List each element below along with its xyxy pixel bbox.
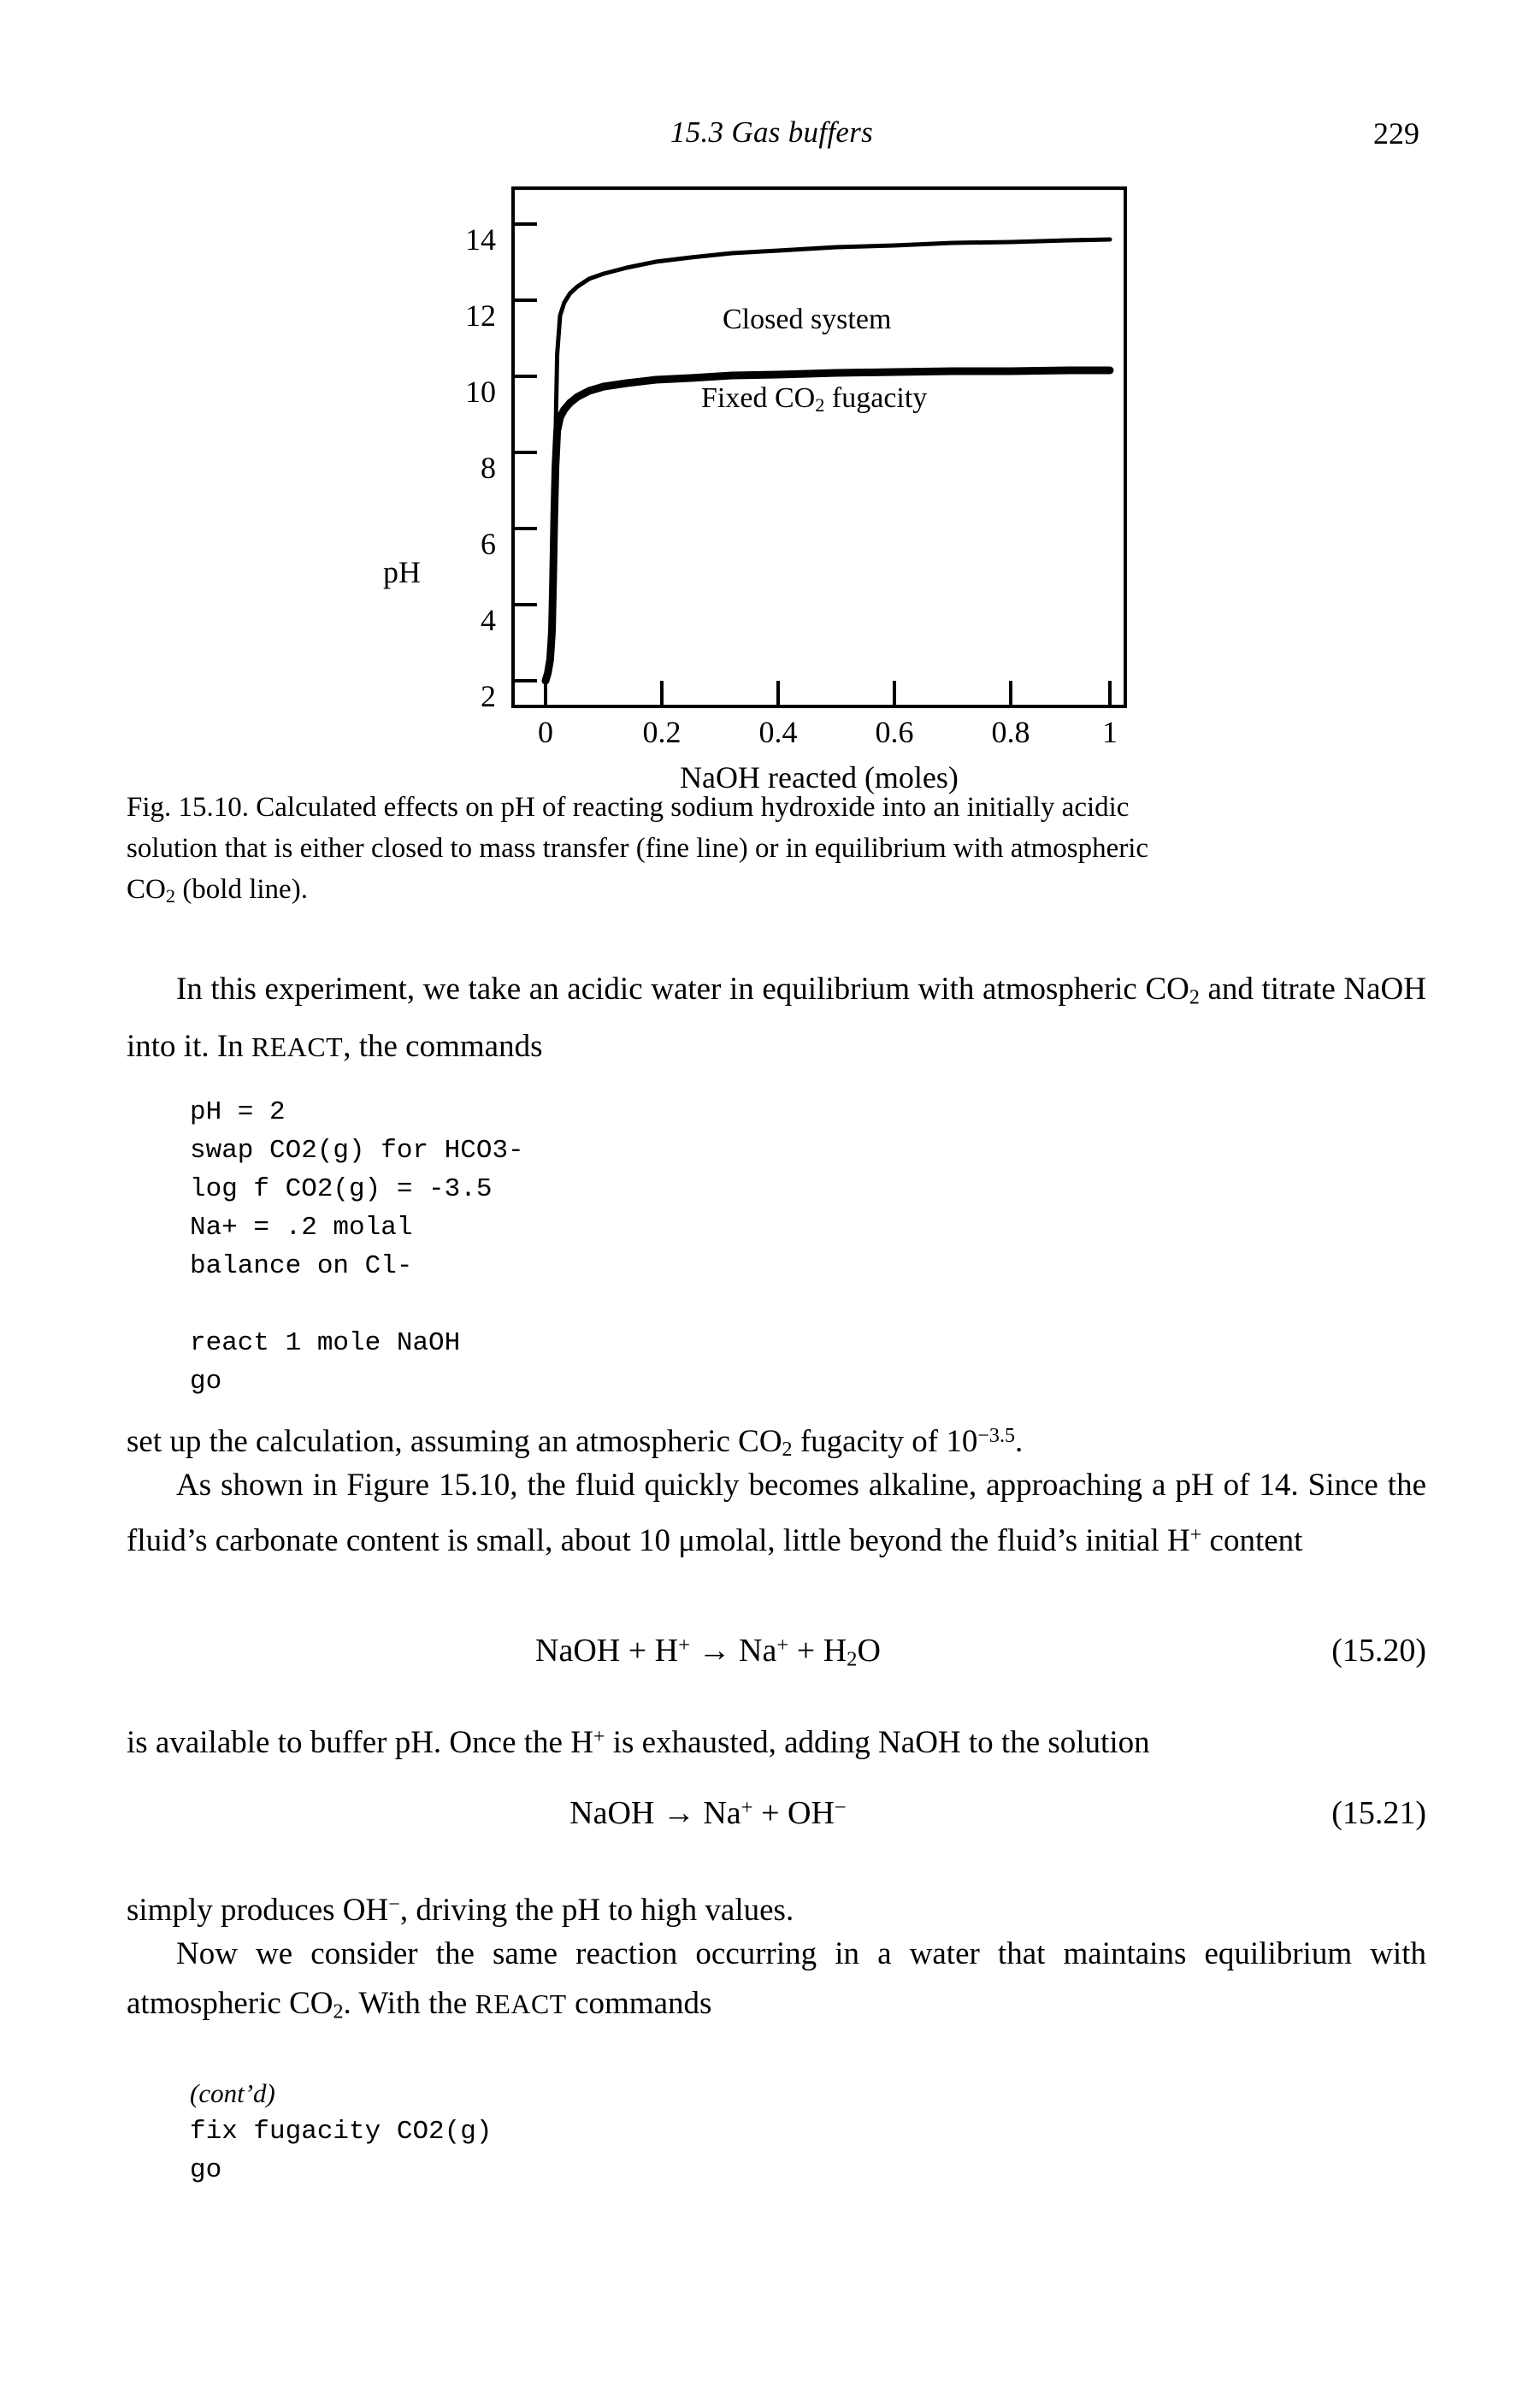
equation-15-20: NaOH + H+ → Na+ + H2O (15.20) — [127, 1632, 1426, 1683]
code-block-react-commands-1: pH = 2 swap CO2(g) for HCO3- log f CO2(g… — [190, 1097, 524, 1397]
paragraph-figure-discussion: As shown in Figure 15.10, the fluid quic… — [127, 1461, 1426, 1566]
equation-15-20-body: NaOH + H+ → Na+ + H2O — [127, 1632, 1289, 1671]
paragraph-same-reaction-equilibrium: Now we consider the same reaction occurr… — [127, 1929, 1426, 2036]
eq2-text-b: + OH — [752, 1795, 835, 1831]
annotation-fixed-prefix: Fixed CO — [701, 382, 816, 414]
figure-caption: Fig. 15.10. Calculated effects on pH of … — [127, 787, 1426, 917]
y-axis-title: pH — [383, 555, 421, 589]
para1-react-keyword: REACT — [251, 1032, 344, 1063]
figure-15-10: 14 12 10 8 6 4 2 pH 0 0.2 0.4 0.6 0.8 1 … — [0, 171, 1540, 795]
paragraph-buffer-ph: is available to buffer pH. Once the H+ i… — [127, 1712, 1426, 1768]
caption-line-3-subscript: 2 — [165, 884, 176, 907]
eq1-text-a: NaOH + H — [535, 1633, 679, 1669]
para2-text-b: fugacity of 10 — [792, 1423, 978, 1459]
code-block-cont-note: (cont’d) — [190, 2074, 275, 2115]
ph-titration-chart — [511, 222, 1114, 708]
para1-text-a: In this experiment, we take an acidic wa… — [176, 972, 1189, 1007]
y-tick-label-8: 8 — [481, 451, 496, 485]
para4-text-b: is exhausted, adding NaOH to the solutio… — [605, 1724, 1150, 1760]
caption-line-3-pre: CO — [127, 874, 166, 905]
y-tick-label-6: 6 — [481, 527, 496, 561]
para5-text-b: , driving the pH to high values. — [399, 1892, 794, 1928]
y-axis-ticks — [511, 222, 537, 682]
y-tick-label-2: 2 — [481, 679, 496, 713]
para6-text-a: Now we consider the same reaction occurr… — [127, 1936, 1426, 2021]
equation-15-20-number: (15.20) — [1331, 1633, 1426, 1669]
caption-line-1: Fig. 15.10. Calculated effects on pH of … — [127, 792, 1130, 823]
para2-superscript: −3.5 — [977, 1425, 1015, 1447]
equation-15-21-number: (15.21) — [1331, 1795, 1426, 1831]
x-tick-label-0-2: 0.2 — [642, 715, 681, 749]
paragraph-produces-oh: simply produces OH−, driving the pH to h… — [127, 1880, 1426, 1935]
para3-superscript: + — [1189, 1524, 1202, 1546]
y-axis-tick-labels: 14 12 10 8 6 4 2 — [402, 186, 504, 712]
y-tick-label-10: 10 — [465, 375, 496, 409]
code-block-react-commands-2: fix fugacity CO2(g) go — [190, 2117, 493, 2185]
para1-text-c: , the commands — [343, 1029, 543, 1065]
paragraph-experiment-intro: In this experiment, we take an acidic wa… — [127, 965, 1426, 1072]
curve-fixed-co2-fugacity — [541, 366, 1114, 685]
eq1-superscript-2: + — [776, 1633, 789, 1657]
y-tick-label-12: 12 — [465, 298, 496, 333]
cont-d-note: (cont’d) — [190, 2078, 275, 2108]
annotation-fixed-subscript: 2 — [815, 393, 825, 416]
x-tick-label-0-6: 0.6 — [875, 715, 914, 749]
eq1-subscript: 2 — [847, 1647, 858, 1671]
eq1-superscript-1: + — [678, 1633, 691, 1657]
para2-subscript: 2 — [782, 1439, 793, 1462]
eq2-superscript-1: + — [740, 1795, 753, 1819]
para2-text-c: . — [1015, 1423, 1024, 1459]
caption-line-2: solution that is either closed to mass t… — [127, 833, 1149, 864]
eq2-superscript-2: − — [834, 1795, 847, 1819]
eq1-text-c: + H — [788, 1633, 847, 1669]
para6-react-keyword: REACT — [475, 1989, 567, 2019]
para4-superscript: + — [593, 1726, 605, 1748]
annotation-fixed-suffix: fugacity — [824, 382, 928, 414]
equation-15-21-body: NaOH → Na+ + OH− — [127, 1794, 1289, 1832]
running-head: 15.3 Gas buffers 229 — [124, 115, 1419, 158]
para6-text-c: commands — [566, 1986, 712, 2021]
y-tick-label-14: 14 — [465, 222, 496, 257]
para6-subscript: 2 — [333, 2000, 344, 2024]
x-axis-tick-labels: 0 0.2 0.4 0.6 0.8 1 — [511, 715, 1127, 758]
x-tick-label-0: 0 — [538, 715, 553, 749]
document-page: 15.3 Gas buffers 229 14 12 10 8 6 4 2 pH… — [0, 0, 1540, 2387]
eq1-text-b: → Na — [690, 1633, 777, 1669]
y-tick-label-4: 4 — [481, 603, 496, 637]
eq1-text-d: O — [857, 1633, 881, 1669]
x-tick-label-0-8: 0.8 — [991, 715, 1030, 749]
para6-text-b: . With the — [343, 1986, 475, 2021]
page-number: 229 — [1373, 116, 1419, 151]
para5-text-a: simply produces OH — [127, 1892, 389, 1928]
caption-line-3-post: (bold line). — [175, 874, 308, 905]
para2-text-a: set up the calculation, assuming an atmo… — [127, 1423, 782, 1459]
x-axis-ticks — [544, 681, 1112, 708]
eq2-text-a: NaOH → Na — [569, 1795, 741, 1831]
para3-text-b: content — [1201, 1522, 1303, 1558]
para5-superscript: − — [388, 1894, 400, 1916]
equation-15-21: NaOH → Na+ + OH− (15.21) — [127, 1794, 1426, 1846]
para1-subscript: 2 — [1189, 986, 1200, 1009]
annotation-fixed-co2-fugacity: Fixed CO2 fugacity — [701, 382, 927, 417]
annotation-closed-system: Closed system — [723, 304, 892, 335]
x-tick-label-1: 1 — [1102, 715, 1118, 749]
x-tick-label-0-4: 0.4 — [758, 715, 798, 749]
para4-text-a: is available to buffer pH. Once the H — [127, 1724, 593, 1760]
running-head-title: 15.3 Gas buffers — [670, 115, 874, 149]
